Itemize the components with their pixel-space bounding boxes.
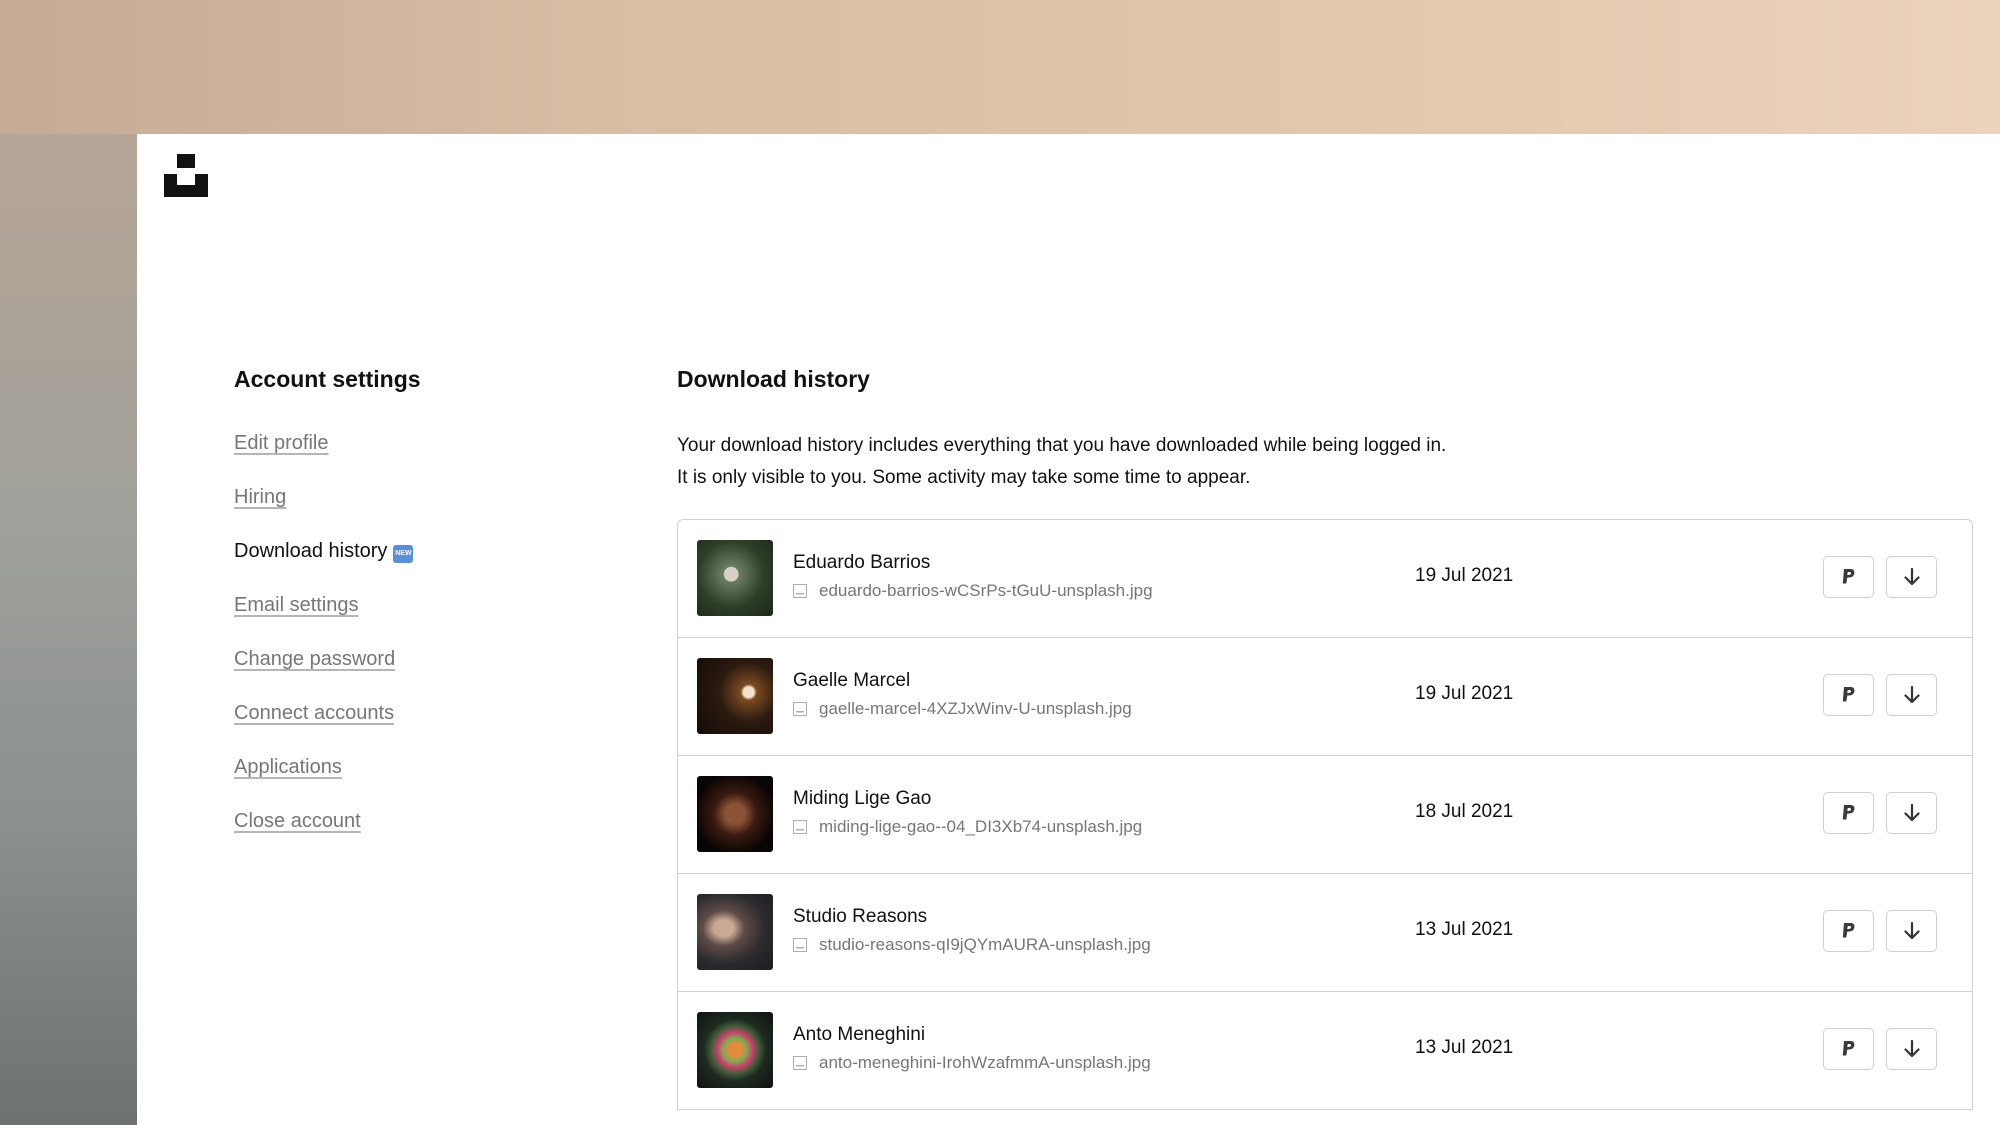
- paypal-button[interactable]: [1823, 1028, 1874, 1070]
- sidebar-item-download-history[interactable]: Download history NEW: [234, 538, 414, 564]
- image-file-icon: [793, 1056, 807, 1070]
- list-item: Gaelle Marcel gaelle-marcel-4XZJxWinv-U-…: [678, 638, 1972, 756]
- image-file-icon: [793, 938, 807, 952]
- arrow-down-icon: [1903, 685, 1920, 704]
- download-button[interactable]: [1886, 556, 1937, 598]
- paypal-button[interactable]: [1823, 910, 1874, 952]
- file-name-row: gaelle-marcel-4XZJxWinv-U-unsplash.jpg: [793, 698, 1132, 720]
- file-name: miding-lige-gao--04_DI3Xb74-unsplash.jpg: [819, 817, 1143, 836]
- download-button[interactable]: [1886, 674, 1937, 716]
- unsplash-logo-icon[interactable]: [164, 154, 208, 197]
- sidebar-item-hiring[interactable]: Hiring: [234, 484, 286, 510]
- paypal-icon: [1842, 923, 1854, 938]
- sidebar-item-close-account[interactable]: Close account: [234, 808, 361, 834]
- list-item: Anto Meneghini anto-meneghini-IrohWzafmm…: [678, 992, 1972, 1110]
- sidebar-item-email-settings[interactable]: Email settings: [234, 592, 359, 618]
- file-name-row: eduardo-barrios-wCSrPs-tGuU-unsplash.jpg: [793, 580, 1153, 602]
- image-file-icon: [793, 702, 807, 716]
- file-name-row: studio-reasons-qI9jQYmAURA-unsplash.jpg: [793, 934, 1151, 956]
- arrow-down-icon: [1903, 803, 1920, 822]
- photo-thumbnail[interactable]: [697, 776, 773, 852]
- page-title: Download history: [677, 366, 870, 392]
- photographer-name[interactable]: Miding Lige Gao: [793, 787, 931, 811]
- file-name-row: miding-lige-gao--04_DI3Xb74-unsplash.jpg: [793, 816, 1142, 838]
- photographer-name[interactable]: Eduardo Barrios: [793, 551, 930, 575]
- image-file-icon: [793, 820, 807, 834]
- download-date: 13 Jul 2021: [1415, 1037, 1514, 1058]
- photo-thumbnail[interactable]: [697, 540, 773, 616]
- list-item: Eduardo Barrios eduardo-barrios-wCSrPs-t…: [678, 520, 1972, 638]
- download-date: 19 Jul 2021: [1415, 683, 1514, 704]
- file-name: gaelle-marcel-4XZJxWinv-U-unsplash.jpg: [819, 699, 1132, 718]
- download-date: 19 Jul 2021: [1415, 565, 1514, 586]
- download-button[interactable]: [1886, 792, 1937, 834]
- photographer-name[interactable]: Gaelle Marcel: [793, 669, 910, 693]
- page-description: Your download history includes everythin…: [677, 430, 1973, 494]
- list-item: Miding Lige Gao miding-lige-gao--04_DI3X…: [678, 756, 1972, 874]
- download-history-panel: Download history Your download history i…: [677, 364, 1973, 1110]
- download-date: 13 Jul 2021: [1415, 919, 1514, 940]
- background-photo-left: [0, 134, 137, 1125]
- download-list: Eduardo Barrios eduardo-barrios-wCSrPs-t…: [677, 519, 1973, 1110]
- paypal-icon: [1842, 805, 1854, 820]
- arrow-down-icon: [1903, 567, 1920, 586]
- description-line: Your download history includes everythin…: [677, 435, 1447, 456]
- list-item: Studio Reasons studio-reasons-qI9jQYmAUR…: [678, 874, 1972, 992]
- file-name-row: anto-meneghini-IrohWzafmmA-unsplash.jpg: [793, 1052, 1151, 1074]
- description-line: It is only visible to you. Some activity…: [677, 467, 1251, 488]
- settings-nav: Edit profile Hiring Download history NEW …: [234, 430, 594, 834]
- photo-thumbnail[interactable]: [697, 658, 773, 734]
- file-name: studio-reasons-qI9jQYmAURA-unsplash.jpg: [819, 935, 1151, 954]
- image-file-icon: [793, 584, 807, 598]
- photographer-name[interactable]: Studio Reasons: [793, 905, 927, 929]
- sidebar-title: Account settings: [234, 366, 421, 392]
- paypal-button[interactable]: [1823, 792, 1874, 834]
- file-name: eduardo-barrios-wCSrPs-tGuU-unsplash.jpg: [819, 581, 1153, 600]
- sidebar-item-connect-accounts[interactable]: Connect accounts: [234, 700, 394, 726]
- arrow-down-icon: [1903, 921, 1920, 940]
- paypal-button[interactable]: [1823, 674, 1874, 716]
- paypal-icon: [1842, 569, 1854, 584]
- download-button[interactable]: [1886, 910, 1937, 952]
- arrow-down-icon: [1903, 1039, 1920, 1058]
- sidebar-item-label: Download history: [234, 540, 388, 562]
- settings-window: Account settings Edit profile Hiring Dow…: [137, 134, 2000, 1125]
- photographer-name[interactable]: Anto Meneghini: [793, 1023, 925, 1047]
- paypal-icon: [1842, 687, 1854, 702]
- download-button[interactable]: [1886, 1028, 1937, 1070]
- paypal-icon: [1842, 1041, 1854, 1056]
- paypal-button[interactable]: [1823, 556, 1874, 598]
- sidebar-item-applications[interactable]: Applications: [234, 754, 342, 780]
- photo-thumbnail[interactable]: [697, 1012, 773, 1088]
- background-photo-top: [0, 0, 2000, 140]
- file-name: anto-meneghini-IrohWzafmmA-unsplash.jpg: [819, 1053, 1151, 1072]
- new-badge-icon: NEW: [393, 545, 414, 563]
- download-date: 18 Jul 2021: [1415, 801, 1514, 822]
- sidebar-item-edit-profile[interactable]: Edit profile: [234, 430, 329, 456]
- settings-sidebar: Account settings Edit profile Hiring Dow…: [234, 364, 594, 862]
- sidebar-item-change-password[interactable]: Change password: [234, 646, 395, 672]
- photo-thumbnail[interactable]: [697, 894, 773, 970]
